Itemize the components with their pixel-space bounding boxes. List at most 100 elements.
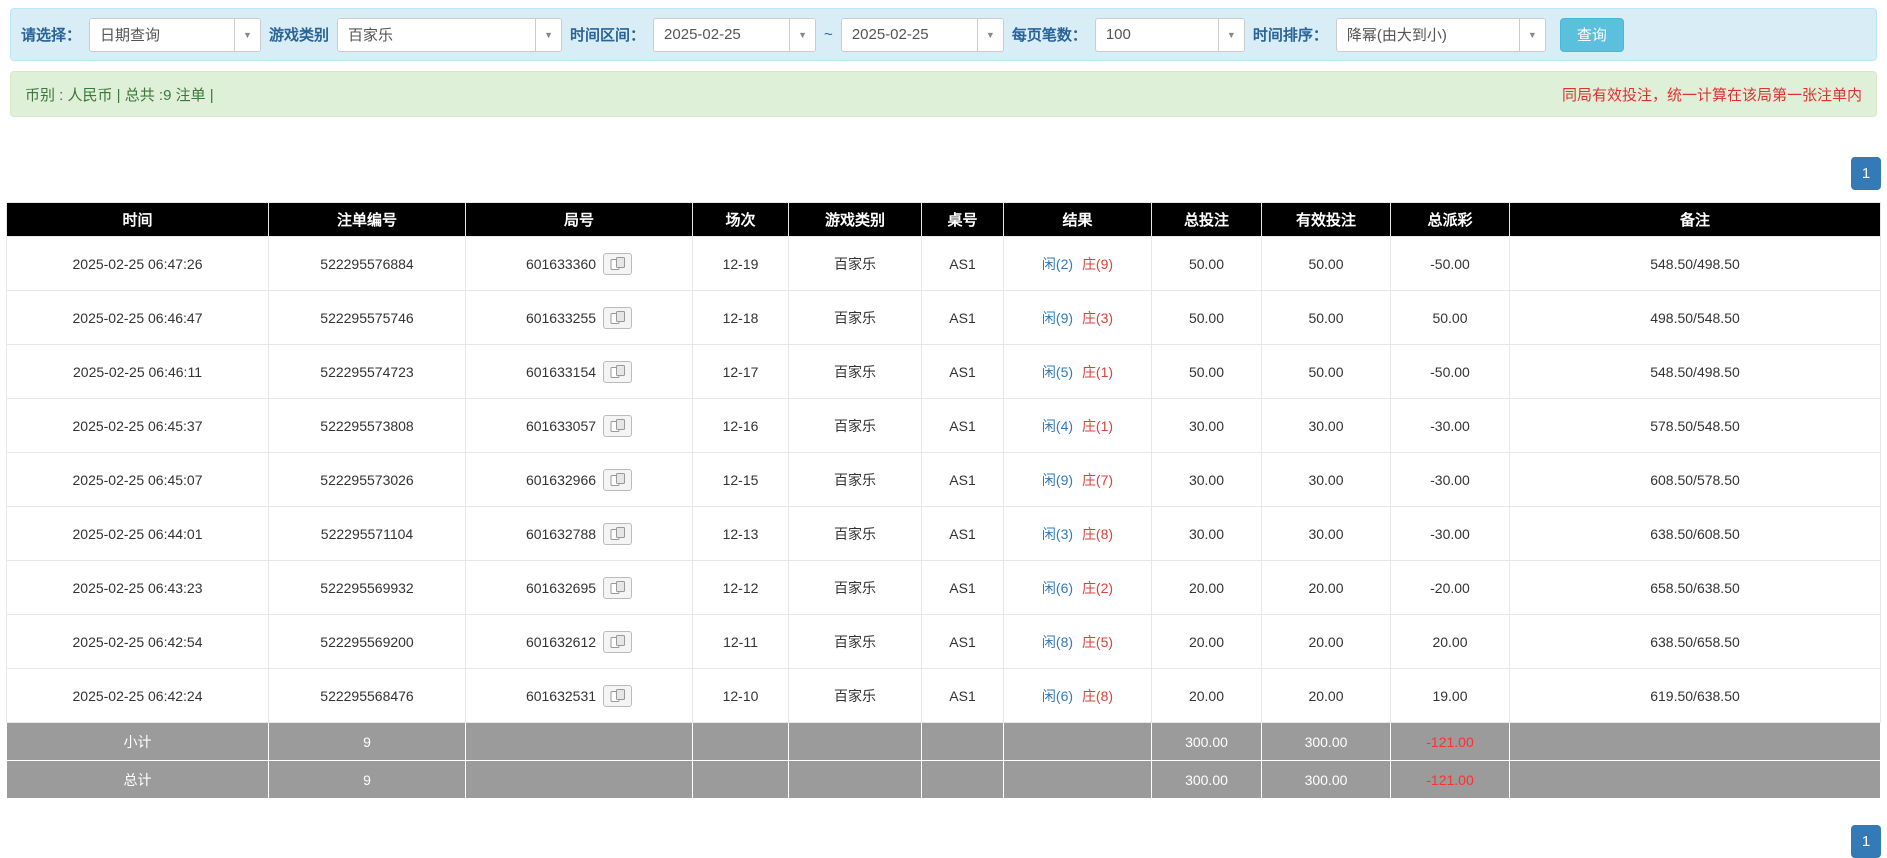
result-banker: 庄(7): [1082, 472, 1113, 488]
empty-cell: [1004, 761, 1152, 799]
cell-result: 闲(6) 庄(8): [1004, 669, 1152, 723]
cards-icon[interactable]: [603, 253, 632, 275]
cell-result: 闲(2) 庄(9): [1004, 237, 1152, 291]
cell-time: 2025-02-25 06:46:11: [7, 345, 269, 399]
col-note: 备注: [1510, 203, 1881, 237]
subtotal-label: 小计: [7, 723, 269, 761]
table-row: 2025-02-25 06:43:23 522295569932 6016326…: [7, 561, 1881, 615]
game-category-select[interactable]: 百家乐 ▼: [337, 18, 562, 52]
sort-order-value: 降幂(由大到小): [1337, 19, 1519, 51]
cell-payout: 50.00: [1391, 291, 1510, 345]
cards-icon[interactable]: [603, 307, 632, 329]
cell-total-bet: 30.00: [1152, 399, 1262, 453]
total-count: 9: [269, 761, 466, 799]
caret-down-icon[interactable]: ▼: [234, 19, 260, 51]
round-id: 601632695: [526, 580, 596, 596]
page-size-select[interactable]: 100 ▼: [1095, 18, 1245, 52]
date-from-select[interactable]: 2025-02-25 ▼: [653, 18, 816, 52]
round-id: 601632788: [526, 526, 596, 542]
cell-time: 2025-02-25 06:45:37: [7, 399, 269, 453]
cell-valid-bet: 30.00: [1262, 453, 1391, 507]
cards-icon[interactable]: [603, 523, 632, 545]
cell-note: 548.50/498.50: [1510, 345, 1881, 399]
col-bet-id: 注单编号: [269, 203, 466, 237]
query-type-select[interactable]: 日期查询 ▼: [89, 18, 261, 52]
result-player: 闲(6): [1042, 688, 1073, 704]
empty-cell: [922, 723, 1004, 761]
cell-result: 闲(8) 庄(5): [1004, 615, 1152, 669]
result-player: 闲(8): [1042, 634, 1073, 650]
cards-icon[interactable]: [603, 577, 632, 599]
caret-down-icon[interactable]: ▼: [1218, 19, 1244, 51]
cell-bet-id: 522295574723: [269, 345, 466, 399]
cell-session: 12-19: [693, 237, 789, 291]
cell-round: 601632966: [466, 453, 693, 507]
result-banker: 庄(1): [1082, 364, 1113, 380]
cell-note: 578.50/548.50: [1510, 399, 1881, 453]
cell-table: AS1: [922, 345, 1004, 399]
empty-cell: [1510, 723, 1881, 761]
result-banker: 庄(1): [1082, 418, 1113, 434]
cell-valid-bet: 50.00: [1262, 237, 1391, 291]
pagination-bottom: 1: [1851, 825, 1881, 858]
caret-down-icon[interactable]: ▼: [1519, 19, 1545, 51]
cell-bet-id: 522295575746: [269, 291, 466, 345]
table-row: 2025-02-25 06:44:01 522295571104 6016327…: [7, 507, 1881, 561]
range-separator: ~: [824, 26, 833, 43]
cell-table: AS1: [922, 399, 1004, 453]
page: { "filter_bar": { "select_label": "请选择："…: [0, 8, 1887, 836]
result-banker: 庄(2): [1082, 580, 1113, 596]
select-label: 请选择：: [21, 24, 81, 45]
result-banker: 庄(9): [1082, 256, 1113, 272]
caret-down-icon[interactable]: ▼: [535, 19, 561, 51]
cell-table: AS1: [922, 561, 1004, 615]
col-time: 时间: [7, 203, 269, 237]
grand-total-row: 总计 9 300.00 300.00 -121.00: [7, 761, 1881, 799]
cards-icon[interactable]: [603, 469, 632, 491]
caret-down-icon[interactable]: ▼: [789, 19, 815, 51]
caret-down-icon[interactable]: ▼: [977, 19, 1003, 51]
table-footer: 小计 9 300.00 300.00 -121.00 总计 9 300.00 3…: [7, 723, 1881, 799]
sort-order-select[interactable]: 降幂(由大到小) ▼: [1336, 18, 1546, 52]
cell-total-bet: 30.00: [1152, 507, 1262, 561]
cell-valid-bet: 30.00: [1262, 399, 1391, 453]
cards-icon[interactable]: [603, 415, 632, 437]
cell-round: 601632531: [466, 669, 693, 723]
page-1-button[interactable]: 1: [1851, 825, 1881, 858]
page-size-value: 100: [1096, 19, 1218, 51]
cell-table: AS1: [922, 291, 1004, 345]
cell-result: 闲(9) 庄(7): [1004, 453, 1152, 507]
cell-note: 638.50/658.50: [1510, 615, 1881, 669]
col-game: 游戏类别: [789, 203, 922, 237]
cell-bet-id: 522295571104: [269, 507, 466, 561]
empty-cell: [789, 723, 922, 761]
page-size-label: 每页笔数：: [1012, 24, 1087, 45]
cell-session: 12-10: [693, 669, 789, 723]
round-id: 601632531: [526, 688, 596, 704]
result-banker: 庄(5): [1082, 634, 1113, 650]
date-to-select[interactable]: 2025-02-25 ▼: [841, 18, 1004, 52]
cell-payout: -20.00: [1391, 561, 1510, 615]
page-1-button[interactable]: 1: [1851, 157, 1881, 190]
cell-payout: -50.00: [1391, 345, 1510, 399]
cell-valid-bet: 20.00: [1262, 561, 1391, 615]
query-type-value: 日期查询: [90, 19, 234, 51]
cards-icon[interactable]: [603, 685, 632, 707]
empty-cell: [789, 761, 922, 799]
cards-icon[interactable]: [603, 631, 632, 653]
cell-valid-bet: 30.00: [1262, 507, 1391, 561]
search-button[interactable]: 查询: [1560, 18, 1624, 52]
table-row: 2025-02-25 06:46:11 522295574723 6016331…: [7, 345, 1881, 399]
empty-cell: [693, 761, 789, 799]
cell-game: 百家乐: [789, 237, 922, 291]
subtotal-valid-bet: 300.00: [1262, 723, 1391, 761]
cell-time: 2025-02-25 06:45:07: [7, 453, 269, 507]
cell-time: 2025-02-25 06:42:54: [7, 615, 269, 669]
subtotal-count: 9: [269, 723, 466, 761]
empty-cell: [466, 723, 693, 761]
cards-icon[interactable]: [603, 361, 632, 383]
col-valid-bet: 有效投注: [1262, 203, 1391, 237]
date-from-value: 2025-02-25: [654, 19, 789, 51]
date-to-value: 2025-02-25: [842, 19, 977, 51]
cell-bet-id: 522295568476: [269, 669, 466, 723]
